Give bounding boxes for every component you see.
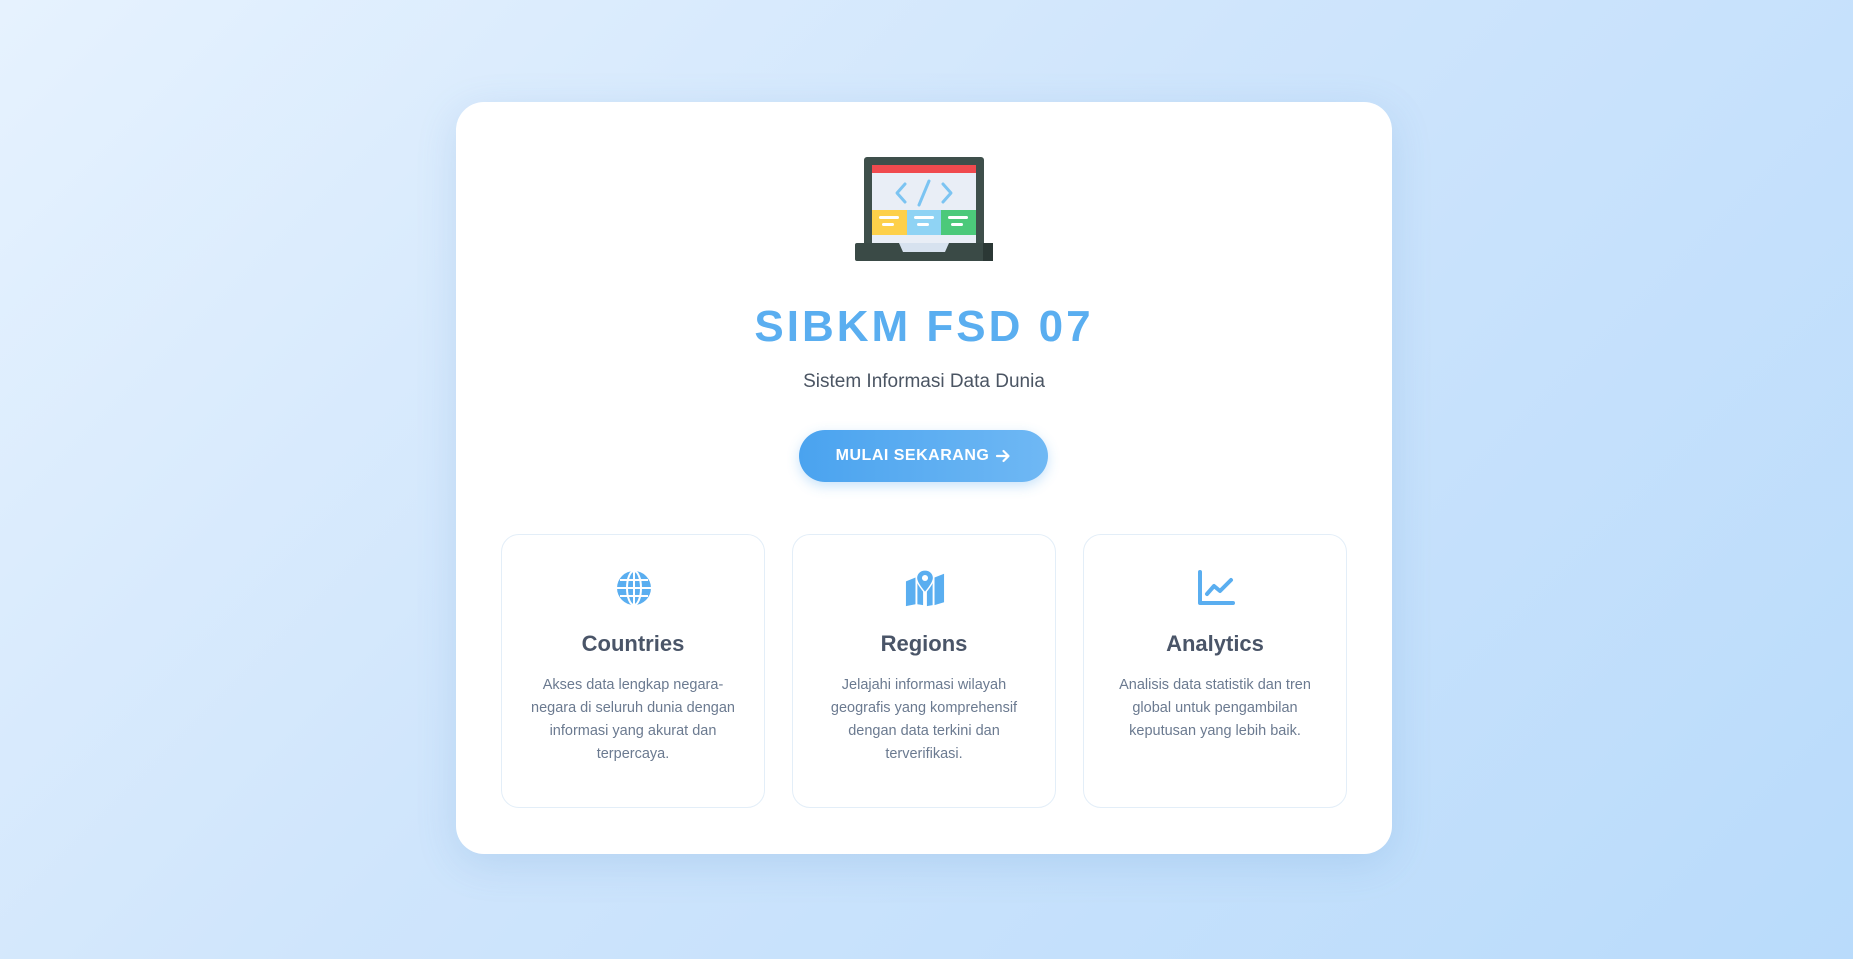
- feature-description: Akses data lengkap negara-negara di selu…: [531, 677, 735, 762]
- page-title: SIBKM FSD 07: [754, 302, 1094, 351]
- feature-card-regions[interactable]: Regions Jelajahi informasi wilayah geogr…: [792, 534, 1056, 808]
- feature-list: Countries Akses data lengkap negara-nega…: [501, 534, 1347, 810]
- feature-description: Jelajahi informasi wilayah geografis yan…: [830, 677, 1018, 762]
- feature-card-analytics[interactable]: Analytics Analisis data statistik dan tr…: [1083, 534, 1347, 808]
- start-now-button[interactable]: MULAI SEKARANG: [799, 430, 1048, 482]
- feature-description: Analisis data statistik dan tren global …: [1119, 677, 1311, 739]
- laptop-code-illustration: [855, 157, 993, 261]
- map-pin-icon: [905, 568, 945, 608]
- start-now-label: MULAI SEKARANG: [835, 447, 990, 464]
- feature-title: Regions: [880, 631, 968, 656]
- globe-icon: [614, 568, 654, 608]
- feature-title: Countries: [581, 631, 685, 656]
- chart-line-icon: [1196, 568, 1236, 608]
- welcome-card: SIBKM FSD 07 Sistem Informasi Data Dunia…: [456, 102, 1392, 854]
- feature-title: Analytics: [1166, 631, 1264, 656]
- feature-card-countries[interactable]: Countries Akses data lengkap negara-nega…: [501, 534, 765, 808]
- arrow-right-icon: [996, 449, 1010, 463]
- page-subtitle: Sistem Informasi Data Dunia: [803, 371, 1045, 392]
